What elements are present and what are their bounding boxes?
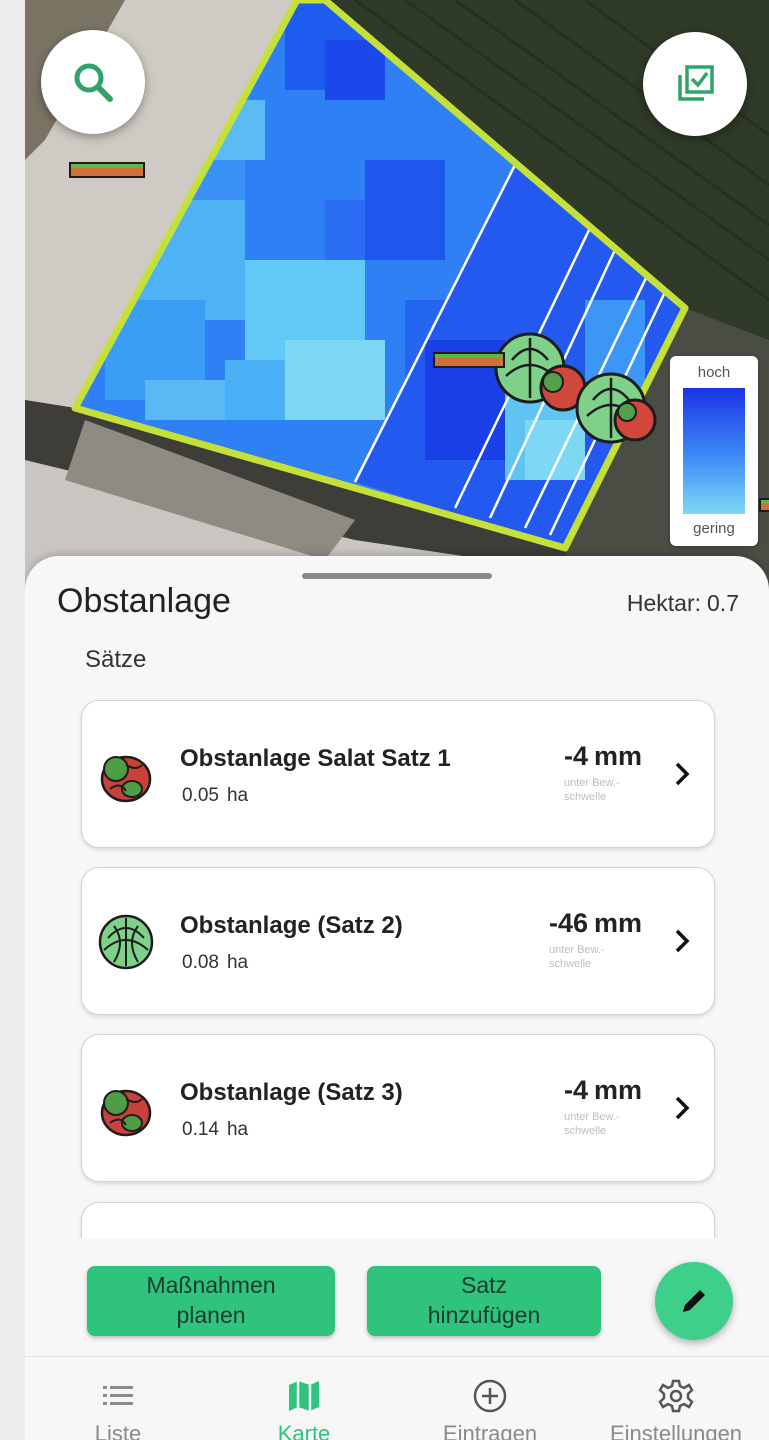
- planting-card[interactable]: Obstanlage Salat Satz 1 0.05 ha -4 mm unte…: [81, 700, 715, 848]
- field-name: Obstanlage: [57, 582, 231, 620]
- planting-name: Obstanlage (Satz 3): [180, 1079, 403, 1106]
- field-details-sheet: Obstanlage Hektar: 0.7 Sätze Obstanlage S…: [25, 556, 769, 1356]
- tab-eintragen[interactable]: Eintragen: [397, 1357, 583, 1440]
- deficit-caption: unter Bew.-schwelle: [563, 1111, 620, 1137]
- tab-label: Karte: [277, 1421, 331, 1440]
- map-icon: [289, 1381, 319, 1411]
- map-scale-marker: [69, 162, 145, 178]
- field-label-marker: [433, 352, 505, 368]
- plan-measures-label-1: Maßnahmen: [146, 1272, 276, 1298]
- tab-einstellungen[interactable]: Einstellungen: [583, 1357, 769, 1440]
- water-deficit: -4 mm unter Bew.-schwelle: [564, 741, 642, 804]
- area-value: 0.14: [182, 1119, 219, 1140]
- legend-high-label: hoch: [697, 364, 731, 381]
- lettuce-icon: [100, 755, 152, 803]
- plantings-list[interactable]: Obstanlage Salat Satz 1 0.05 ha -4 mm unte…: [25, 696, 769, 1238]
- planting-area: 0.05 ha: [182, 785, 248, 807]
- moisture-legend: hoch gering: [670, 356, 758, 546]
- edit-fab[interactable]: [655, 1262, 733, 1340]
- hectare-label: Hektar:: [626, 590, 702, 616]
- deficit-unit: mm: [593, 1075, 642, 1105]
- area-value: 0.08: [182, 952, 219, 973]
- planting-name: Obstanlage (Satz 2): [180, 912, 403, 939]
- search-button[interactable]: [41, 30, 145, 134]
- chevron-right-icon: [675, 929, 690, 953]
- layer-select-button[interactable]: [643, 32, 747, 136]
- search-icon: [74, 63, 113, 102]
- chevron-right-icon: [675, 1096, 690, 1120]
- planting-card[interactable]: Obstanlage (Satz 2) 0.08 ha -46 mm unter B…: [81, 867, 715, 1015]
- tab-label: Eintragen: [442, 1421, 538, 1440]
- cabbage-icon: [98, 914, 154, 970]
- planting-area: 0.08 ha: [182, 952, 248, 974]
- sheet-drag-handle[interactable]: [302, 573, 492, 579]
- edge-marker: [759, 498, 769, 512]
- tab-label: Liste: [94, 1421, 142, 1440]
- hectare-value: 0.7: [707, 590, 739, 616]
- add-planting-button[interactable]: Satz hinzufügen: [367, 1266, 601, 1336]
- deficit-value: -46: [548, 908, 588, 938]
- plan-measures-button[interactable]: Maßnahmen planen: [87, 1266, 335, 1336]
- add-circle-icon: [473, 1379, 507, 1413]
- add-planting-label-1: Satz: [460, 1272, 508, 1298]
- planting-name: Obstanlage Salat Satz 1: [180, 745, 451, 772]
- gear-icon: [658, 1379, 694, 1413]
- pencil-icon: [683, 1290, 705, 1312]
- layers-check-icon: [678, 65, 714, 101]
- map-view[interactable]: hoch gering: [25, 0, 769, 640]
- legend-gradient: [683, 388, 745, 514]
- action-bar: Maßnahmen planen Satz hinzufügen: [25, 1258, 769, 1356]
- app-screen: hoch gering Obstanlage Hektar: 0.7 Sätze …: [25, 0, 769, 1440]
- crop-marker-lettuce-2: [613, 398, 657, 442]
- deficit-value: -4: [563, 1075, 588, 1105]
- chevron-right-icon: [675, 762, 690, 786]
- bottom-tab-bar: Liste Karte Eintragen Einstellungen: [25, 1356, 769, 1440]
- area-unit: ha: [226, 1119, 249, 1140]
- water-deficit: -46 mm unter Bew.-schwelle: [549, 908, 642, 971]
- plan-measures-label-2: planen: [176, 1302, 246, 1328]
- add-planting-label-2: hinzufügen: [427, 1302, 541, 1328]
- area-value: 0.05: [182, 785, 219, 806]
- area-unit: ha: [226, 952, 249, 973]
- field-hectare: Hektar: 0.7: [627, 590, 739, 617]
- list-icon: [103, 1386, 133, 1405]
- deficit-caption: unter Bew.-schwelle: [548, 944, 605, 970]
- deficit-value: -4: [563, 741, 588, 771]
- tab-liste[interactable]: Liste: [25, 1357, 211, 1440]
- planting-area: 0.14 ha: [182, 1119, 248, 1141]
- planting-card-partial[interactable]: [81, 1202, 715, 1238]
- deficit-caption: unter Bew.-schwelle: [563, 777, 620, 803]
- tab-karte[interactable]: Karte: [211, 1357, 397, 1440]
- legend-low-label: gering: [693, 520, 735, 537]
- tab-label: Einstellungen: [609, 1421, 743, 1440]
- planting-card[interactable]: Obstanlage (Satz 3) 0.14 ha -4 mm unter Be…: [81, 1034, 715, 1182]
- area-unit: ha: [226, 785, 249, 806]
- deficit-unit: mm: [593, 908, 642, 938]
- deficit-unit: mm: [593, 741, 642, 771]
- lettuce-icon: [100, 1089, 152, 1137]
- water-deficit: -4 mm unter Bew.-schwelle: [564, 1075, 642, 1138]
- plantings-section-title: Sätze: [85, 646, 147, 673]
